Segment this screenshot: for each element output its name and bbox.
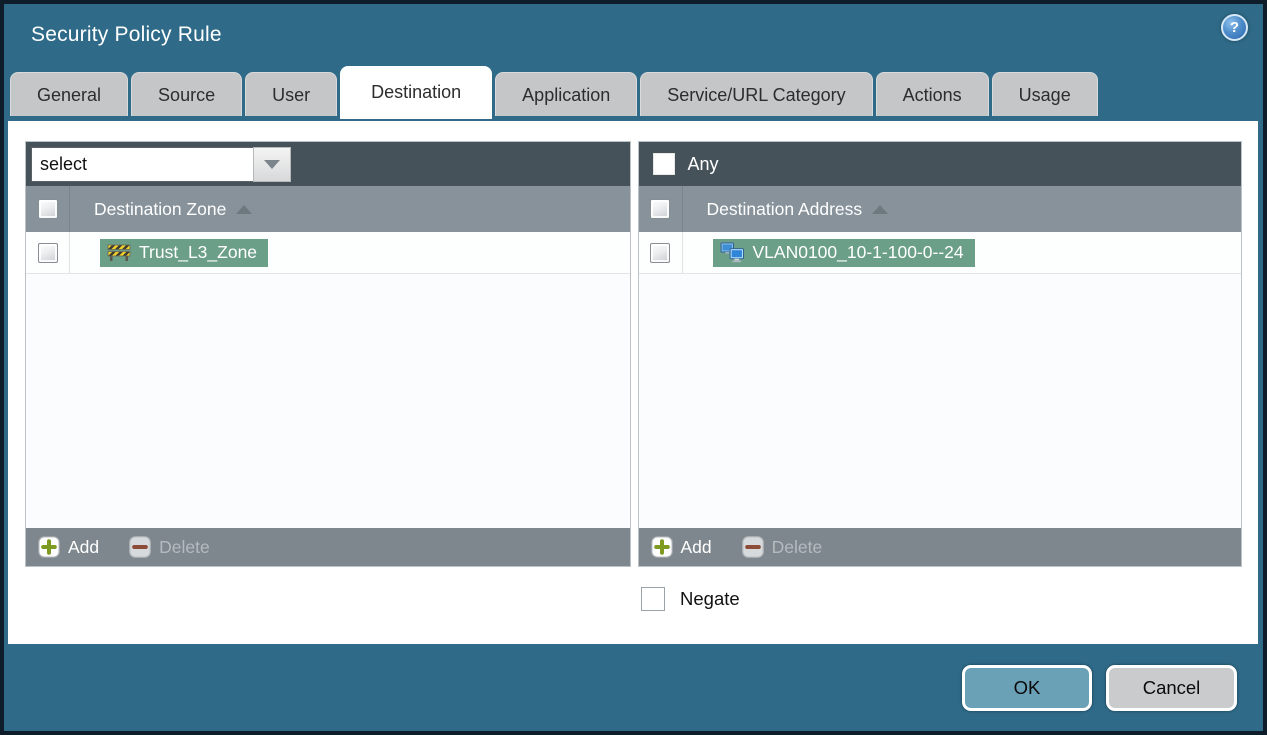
add-zone-label: Add: [68, 536, 100, 557]
tab-service-url-category[interactable]: Service/URL Category: [640, 72, 873, 116]
titlebar: Security Policy Rule ?: [4, 4, 1263, 66]
tab-bar: General Source User Destination Applicat…: [4, 66, 1263, 119]
ok-button[interactable]: OK: [962, 665, 1092, 711]
tab-user[interactable]: User: [245, 72, 338, 116]
delete-address-button[interactable]: Delete: [741, 536, 823, 558]
dialog-title: Security Policy Rule: [31, 23, 222, 46]
zone-row-checkbox-cell: [26, 232, 70, 273]
add-address-button[interactable]: Add: [650, 536, 712, 558]
destination-zone-panel: Destination Zone: [25, 141, 631, 567]
any-bar: Any: [638, 142, 1241, 186]
cancel-button[interactable]: Cancel: [1106, 665, 1237, 711]
add-zone-button[interactable]: Add: [38, 536, 99, 558]
tab-source[interactable]: Source: [131, 72, 243, 116]
tab-actions[interactable]: Actions: [875, 72, 989, 116]
table-row[interactable]: Trust_L3_Zone: [26, 232, 630, 274]
security-policy-rule-dialog: Security Policy Rule ? General Source Us…: [0, 0, 1267, 735]
address-row-checkbox[interactable]: [650, 242, 670, 263]
any-checkbox[interactable]: [652, 153, 675, 175]
delete-zone-button[interactable]: Delete: [129, 536, 210, 558]
zone-item-chip[interactable]: Trust_L3_Zone: [100, 238, 269, 267]
address-list: VLAN0100_10-1-100-0--24: [638, 232, 1241, 528]
tab-application[interactable]: Application: [495, 72, 638, 116]
zone-icon: [107, 244, 131, 261]
delete-icon: [129, 536, 151, 558]
address-item-chip[interactable]: VLAN0100_10-1-100-0--24: [712, 238, 975, 267]
negate-checkbox[interactable]: [641, 587, 665, 611]
tab-content-destination: Destination Zone: [8, 121, 1258, 644]
zone-row-checkbox[interactable]: [37, 242, 58, 263]
destination-address-panel: Any Destination Address VLAN0100_10-1-10…: [637, 141, 1242, 567]
zone-header-checkbox-cell: [26, 186, 70, 232]
delete-icon: [741, 536, 764, 558]
zone-select-all-checkbox[interactable]: [37, 199, 58, 219]
delete-address-label: Delete: [771, 536, 823, 557]
add-icon: [650, 536, 673, 558]
sort-ascending-icon: [872, 204, 889, 214]
zone-column-header: Destination Zone: [26, 186, 630, 232]
zone-column-label[interactable]: Destination Zone: [94, 198, 253, 220]
help-icon[interactable]: ?: [1221, 14, 1248, 41]
negate-label: Negate: [680, 588, 740, 609]
add-icon: [38, 536, 60, 558]
address-row-checkbox-cell: [639, 232, 683, 273]
tab-destination[interactable]: Destination: [340, 66, 493, 119]
zone-panel-footer: Add Delete: [26, 528, 630, 566]
address-panel-footer: Add Delete: [638, 528, 1241, 566]
zone-select-input[interactable]: [31, 146, 253, 182]
dialog-footer: OK Cancel: [8, 640, 1258, 731]
delete-zone-label: Delete: [159, 536, 210, 557]
zone-list: Trust_L3_Zone: [26, 232, 630, 528]
zone-select-combobox: [31, 146, 291, 182]
tab-usage[interactable]: Usage: [991, 72, 1098, 116]
add-address-label: Add: [680, 536, 712, 557]
table-row[interactable]: VLAN0100_10-1-100-0--24: [638, 232, 1241, 274]
address-select-all-checkbox[interactable]: [650, 199, 670, 219]
address-icon: [720, 241, 744, 262]
address-column-label[interactable]: Destination Address: [707, 199, 889, 220]
chevron-down-icon: [264, 159, 280, 169]
zone-select-dropdown-button[interactable]: [253, 146, 291, 182]
zone-column-label-text: Destination Zone: [94, 198, 227, 219]
address-header-checkbox-cell: [639, 186, 683, 232]
zone-select-bar: [26, 142, 630, 186]
address-item-label: VLAN0100_10-1-100-0--24: [752, 241, 964, 262]
tab-general[interactable]: General: [10, 72, 129, 116]
sort-ascending-icon: [236, 204, 253, 214]
address-column-label-text: Destination Address: [706, 198, 863, 219]
negate-row: Negate: [641, 587, 1242, 611]
address-column-header: Destination Address: [638, 186, 1241, 232]
any-label: Any: [687, 153, 719, 174]
zone-item-label: Trust_L3_Zone: [139, 241, 258, 262]
